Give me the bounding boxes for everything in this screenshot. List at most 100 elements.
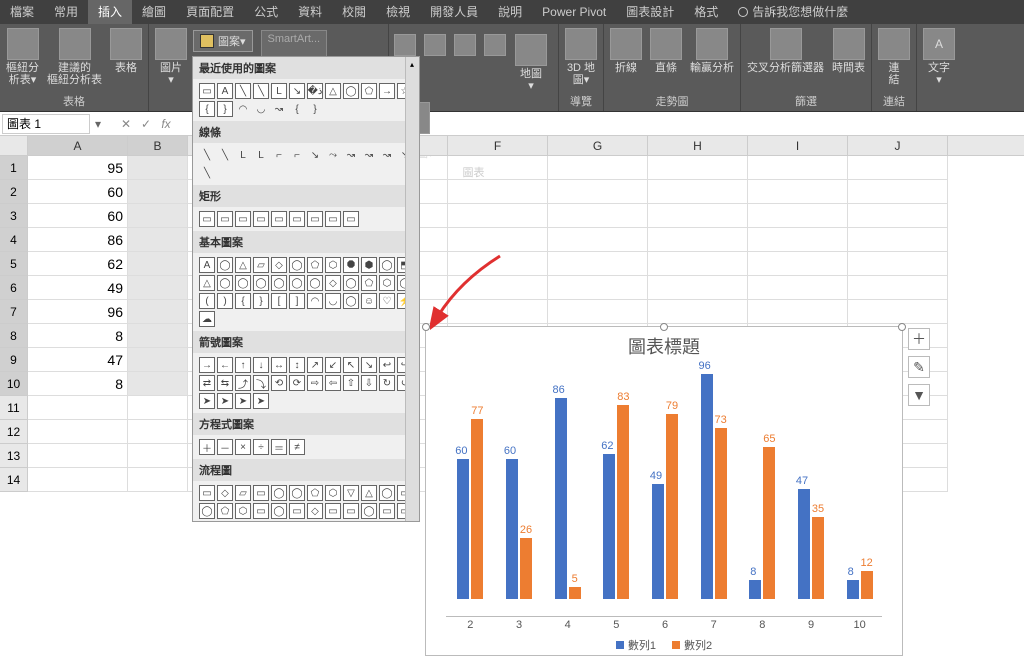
tab-formulas[interactable]: 公式 <box>244 0 288 24</box>
col-header-I[interactable]: I <box>748 136 848 155</box>
cell-F5[interactable] <box>448 252 548 276</box>
shape-item[interactable]: → <box>199 357 215 373</box>
cell-H4[interactable] <box>648 228 748 252</box>
shape-item[interactable]: ⬡ <box>325 257 341 273</box>
chart-elements-button[interactable]: ＋ <box>908 328 930 350</box>
shape-item[interactable]: ◯ <box>343 275 359 291</box>
bar-數列1-7[interactable] <box>701 374 713 599</box>
tab-developer[interactable]: 開發人員 <box>420 0 488 24</box>
cell-F1[interactable] <box>448 156 548 180</box>
row-header-7[interactable]: 7 <box>0 300 28 324</box>
cell-B10[interactable] <box>128 372 188 396</box>
row-header-10[interactable]: 10 <box>0 372 28 396</box>
plot-area[interactable]: 607760268656283497996738654735812 <box>446 367 882 599</box>
shape-item[interactable]: △ <box>235 521 251 522</box>
shape-item[interactable]: ◯ <box>235 275 251 291</box>
shape-item[interactable]: ] <box>289 293 305 309</box>
bar-數列1-8[interactable] <box>749 580 761 599</box>
shape-item[interactable]: ↝ <box>379 147 395 163</box>
tab-format[interactable]: 格式 <box>684 0 728 24</box>
shape-item[interactable]: ⬠ <box>361 83 377 99</box>
sparkline-column[interactable]: 直條 <box>648 26 684 76</box>
3dmap-button[interactable]: 3D 地 圖▾ <box>563 26 599 88</box>
shape-item[interactable]: ◯ <box>289 257 305 273</box>
shape-item[interactable]: ╲ <box>217 147 233 163</box>
shape-item[interactable]: L <box>271 83 287 99</box>
slicer-button[interactable]: 交叉分析篩選器 <box>745 26 826 76</box>
shape-item[interactable]: △ <box>235 257 251 273</box>
cell-A7[interactable]: 96 <box>28 300 128 324</box>
chart-type-2[interactable] <box>423 32 447 58</box>
tab-powerpivot[interactable]: Power Pivot <box>532 0 616 24</box>
cell-A12[interactable] <box>28 420 128 444</box>
shape-item[interactable]: ◯ <box>307 275 323 291</box>
shape-item[interactable]: ▭ <box>379 503 395 519</box>
shape-item[interactable]: ↻ <box>379 375 395 391</box>
cell-I4[interactable] <box>748 228 848 252</box>
col-header-B[interactable]: B <box>128 136 188 155</box>
shape-item[interactable]: ⟳ <box>289 375 305 391</box>
cell-B1[interactable] <box>128 156 188 180</box>
shape-item[interactable]: ▭ <box>325 211 341 227</box>
row-header-2[interactable]: 2 <box>0 180 28 204</box>
shape-item[interactable]: ← <box>217 357 233 373</box>
shape-item[interactable]: ◯ <box>271 503 287 519</box>
shape-item[interactable]: ▭ <box>343 503 359 519</box>
cell-B13[interactable] <box>128 444 188 468</box>
shape-item[interactable]: ↗ <box>307 357 323 373</box>
link-button[interactable]: 連 結 <box>876 26 912 88</box>
shape-item[interactable]: × <box>235 439 251 455</box>
col-header-F[interactable]: F <box>448 136 548 155</box>
namebox-dropdown[interactable]: ▾ <box>90 117 106 131</box>
cell-I2[interactable] <box>748 180 848 204</box>
cell-B14[interactable] <box>128 468 188 492</box>
shape-item[interactable]: ▭ <box>253 503 269 519</box>
shape-item[interactable]: ◯ <box>271 485 287 501</box>
cell-B3[interactable] <box>128 204 188 228</box>
bar-數列2-3[interactable] <box>520 538 532 599</box>
shape-item[interactable]: ↝ <box>361 147 377 163</box>
cell-G6[interactable] <box>548 276 648 300</box>
cell-A3[interactable]: 60 <box>28 204 128 228</box>
shape-item[interactable]: ⬠ <box>307 257 323 273</box>
cell-J4[interactable] <box>848 228 948 252</box>
shape-item[interactable]: ↘ <box>289 83 305 99</box>
cell-J6[interactable] <box>848 276 948 300</box>
shape-item[interactable]: ▭ <box>289 211 305 227</box>
shape-item[interactable]: ◡ <box>253 101 269 117</box>
shape-item[interactable]: ↩ <box>379 357 395 373</box>
pivot-table-button[interactable]: 樞紐分 析表▾ <box>4 26 41 88</box>
bar-數列1-10[interactable] <box>847 580 859 599</box>
cell-J1[interactable] <box>848 156 948 180</box>
shape-item[interactable]: ▭ <box>343 211 359 227</box>
shape-item[interactable]: ＋ <box>199 439 215 455</box>
shape-item[interactable]: ▭ <box>289 503 305 519</box>
cell-A1[interactable]: 95 <box>28 156 128 180</box>
row-header-4[interactable]: 4 <box>0 228 28 252</box>
shape-item[interactable]: ↝ <box>271 101 287 117</box>
shape-item[interactable]: ↝ <box>343 147 359 163</box>
tab-draw[interactable]: 繪圖 <box>132 0 176 24</box>
shape-item[interactable]: ▽ <box>343 485 359 501</box>
cell-G4[interactable] <box>548 228 648 252</box>
cell-B9[interactable] <box>128 348 188 372</box>
shape-item[interactable]: ➤ <box>253 393 269 409</box>
tab-insert[interactable]: 插入 <box>88 0 132 24</box>
shape-item[interactable]: �ذ <box>307 83 323 99</box>
shape-item[interactable]: ╲ <box>199 165 215 181</box>
sparkline-winloss[interactable]: 輸贏分析 <box>688 26 736 76</box>
chart-type-4[interactable] <box>483 32 507 58</box>
shape-item[interactable]: ↘ <box>361 357 377 373</box>
shape-item[interactable]: ↙ <box>325 357 341 373</box>
cell-H1[interactable] <box>648 156 748 180</box>
shape-item[interactable]: ↔ <box>271 357 287 373</box>
shape-item[interactable]: ⬢ <box>361 257 377 273</box>
shape-item[interactable]: ▭ <box>199 485 215 501</box>
shape-item[interactable]: ⟲ <box>271 375 287 391</box>
shape-item[interactable]: ⬠ <box>307 485 323 501</box>
cell-A6[interactable]: 49 <box>28 276 128 300</box>
shape-item[interactable]: △ <box>361 485 377 501</box>
cell-G5[interactable] <box>548 252 648 276</box>
bar-數列1-2[interactable] <box>457 459 469 599</box>
maps-button[interactable]: 地圖 ▾ <box>513 32 549 94</box>
